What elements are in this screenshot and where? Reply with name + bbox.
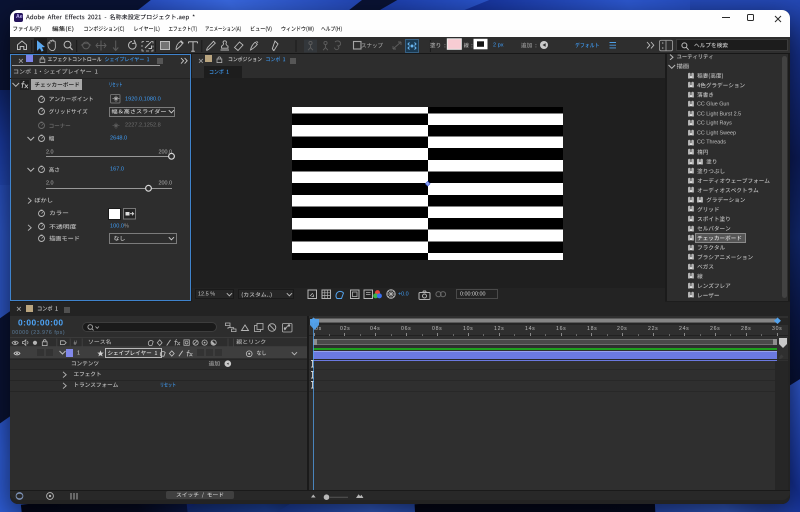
svg-text:#: # [74,340,78,347]
